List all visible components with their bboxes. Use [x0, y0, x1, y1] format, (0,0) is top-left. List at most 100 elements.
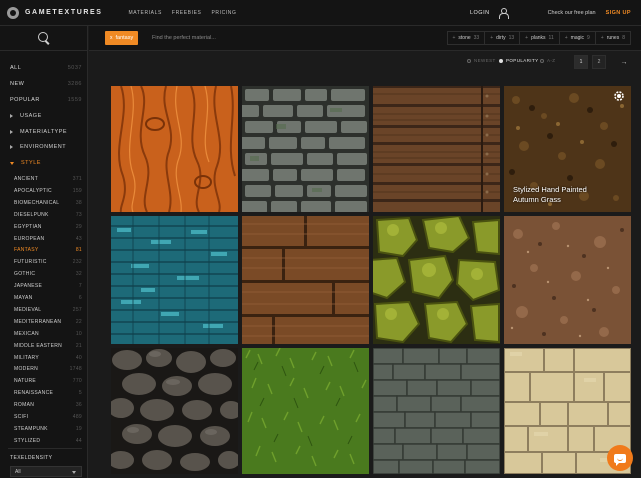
- style-filter-military[interactable]: MILITARY 40: [14, 355, 82, 361]
- filter-chip-label: fantasy: [115, 35, 134, 41]
- material-tile-stone-wall[interactable]: [242, 86, 369, 212]
- tag-runes[interactable]: + runes 8: [596, 32, 630, 44]
- brand-name: GAMETEXTURES: [25, 9, 103, 16]
- material-tile-wood-planks[interactable]: [242, 216, 369, 344]
- texel-density-label: TEXELDENSITY: [10, 455, 53, 461]
- tag-count: 33: [473, 35, 480, 41]
- sidebar-item-count: 1559: [67, 97, 82, 103]
- free-plan-link[interactable]: Check our free plan: [548, 10, 596, 16]
- page-button-2[interactable]: 2: [592, 55, 606, 69]
- style-filter-mediterranean[interactable]: MEDITERRANEAN 22: [14, 319, 82, 325]
- style-filter-count: 21: [75, 342, 82, 349]
- nav-pricing[interactable]: PRICING: [211, 10, 236, 16]
- page-button-1[interactable]: 1: [574, 55, 588, 69]
- active-filter-chip[interactable]: x fantasy: [105, 31, 139, 45]
- top-navigation-bar: GAMETEXTURES MATERIALS FREEBIES PRICING …: [0, 0, 641, 26]
- sort-popularity[interactable]: POPULARITY: [499, 58, 539, 63]
- sidebar-search[interactable]: [0, 26, 87, 51]
- tag-dirty[interactable]: + dirty 13: [485, 32, 521, 44]
- tag-planks[interactable]: + planks 11: [520, 32, 560, 44]
- material-tile-grey-stone-bricks[interactable]: [373, 348, 500, 474]
- user-icon[interactable]: [498, 8, 509, 19]
- filter-group-environment[interactable]: ENVIRONMENT: [10, 144, 66, 150]
- style-filter-scifi[interactable]: SCIFI 489: [14, 414, 82, 420]
- tile-title-line: Autumn Grass: [513, 195, 561, 204]
- style-filter-ancient[interactable]: ANCIENT 371: [14, 176, 82, 182]
- tag-magic[interactable]: + magic 9: [560, 32, 596, 44]
- style-filter-count: 257: [72, 306, 82, 313]
- brand-logo[interactable]: GAMETEXTURES: [7, 6, 103, 19]
- style-filter-steampunk[interactable]: STEAMPUNK 19: [14, 426, 82, 432]
- sidebar-item-count: 5037: [67, 65, 82, 71]
- style-filter-label: MEDITERRANEAN: [14, 318, 62, 325]
- material-tile-blue-crystal[interactable]: [111, 216, 238, 344]
- material-tile-green-rocks[interactable]: [373, 216, 500, 344]
- style-filter-modern[interactable]: MODERN 1748: [14, 366, 82, 372]
- style-filter-label: JAPANESE: [14, 283, 43, 290]
- style-filter-count: 29: [75, 223, 82, 230]
- sidebar-item-count: 3286: [67, 81, 82, 87]
- style-filter-label: MEXICAN: [14, 330, 39, 337]
- settings-icon[interactable]: [613, 90, 625, 102]
- style-filter-futuristic[interactable]: FUTURISTIC 232: [14, 259, 82, 265]
- style-filter-mexican[interactable]: MEXICAN 10: [14, 331, 82, 337]
- sort-a-z[interactable]: A-Z: [540, 58, 555, 63]
- material-tile-orange-wood[interactable]: [111, 86, 238, 212]
- style-filter-count: 489: [72, 414, 82, 420]
- sidebar-item-popular[interactable]: POPULAR 1559: [10, 97, 82, 103]
- style-filter-renaissance[interactable]: RENAISSANCE 5: [14, 390, 82, 396]
- main-nav: MATERIALS FREEBIES PRICING: [129, 10, 237, 16]
- style-filter-roman[interactable]: ROMAN 36: [14, 402, 82, 408]
- radio-icon: [540, 58, 544, 63]
- material-tile-grass[interactable]: [242, 348, 369, 474]
- sort-newest[interactable]: NEWEST: [467, 58, 496, 63]
- filter-group-label: STYLE: [21, 160, 41, 166]
- sidebar-item-label: ALL: [10, 65, 22, 71]
- sidebar-item-label: NEW: [10, 81, 25, 87]
- style-filter-fantasy[interactable]: FANTASY 81: [14, 247, 82, 253]
- style-filter-middle-eastern[interactable]: MIDDLE EASTERN 21: [14, 343, 82, 349]
- style-filter-biomechanical[interactable]: BIOMECHANICAL 38: [14, 200, 82, 206]
- material-search-input[interactable]: [152, 32, 352, 44]
- sort-label: NEWEST: [474, 58, 496, 63]
- material-tile-cobblestone[interactable]: [111, 348, 238, 474]
- style-filter-dieselpunk[interactable]: DIESELPUNK 73: [14, 212, 82, 218]
- style-filter-egyptian[interactable]: EGYPTIAN 29: [14, 224, 82, 230]
- style-filter-label: DIESELPUNK: [14, 211, 49, 218]
- style-filter-label: FANTASY: [14, 247, 39, 254]
- tag-count: 13: [508, 35, 515, 41]
- filter-group-style[interactable]: STYLE: [10, 160, 41, 166]
- sidebar-item-new[interactable]: NEW 3286: [10, 81, 82, 87]
- style-filter-label: ROMAN: [14, 402, 35, 409]
- style-filter-nature[interactable]: NATURE 770: [14, 378, 82, 384]
- filter-group-usage[interactable]: USAGE: [10, 113, 42, 119]
- nav-freebies[interactable]: FREEBIES: [172, 10, 202, 16]
- next-page-button[interactable]: →: [617, 55, 631, 69]
- login-link[interactable]: LOGIN: [470, 10, 490, 16]
- style-filter-mayan[interactable]: MAYAN 6: [14, 295, 82, 301]
- style-filter-medieval[interactable]: MEDIEVAL 257: [14, 307, 82, 313]
- style-filter-label: EGYPTIAN: [14, 223, 42, 230]
- account-area: LOGIN Check our free plan SIGN UP: [470, 0, 641, 26]
- signup-link[interactable]: SIGN UP: [606, 10, 631, 16]
- tag-stone[interactable]: + stone 33: [448, 32, 486, 44]
- style-filter-european[interactable]: EUROPEAN 43: [14, 236, 82, 242]
- material-tile-autumn-grass[interactable]: Stylized Hand Painted Autumn Grass: [504, 86, 631, 212]
- filter-group-label: ENVIRONMENT: [20, 144, 67, 150]
- search-bar: x fantasy +stone33 +dirty13 +planks11 +m…: [89, 26, 641, 51]
- remove-filter-icon[interactable]: x: [110, 35, 113, 41]
- style-filter-gothic[interactable]: GOTHIC 32: [14, 271, 82, 277]
- nav-materials[interactable]: MATERIALS: [129, 10, 162, 16]
- texel-density-select[interactable]: All: [10, 466, 82, 477]
- material-tile-dirt-ground[interactable]: [504, 216, 631, 344]
- chat-support-button[interactable]: [607, 445, 633, 471]
- search-icon[interactable]: [37, 32, 50, 44]
- style-filter-stylized[interactable]: STYLIZED 44: [14, 438, 82, 444]
- material-tile-wood-planks-dark[interactable]: [373, 86, 500, 212]
- style-filter-apocalyptic[interactable]: APOCALYPTIC 159: [14, 188, 82, 194]
- suggested-tags: + stone 33 + dirty 13 + planks 11 + magic 9 + run…: [446, 31, 631, 45]
- sidebar-item-all[interactable]: ALL 5037: [10, 65, 82, 71]
- sidebar-item-label: POPULAR: [10, 97, 40, 103]
- filter-group-materialtype[interactable]: MATERIALTYPE: [10, 129, 67, 135]
- style-filter-japanese[interactable]: JAPANESE 7: [14, 283, 82, 289]
